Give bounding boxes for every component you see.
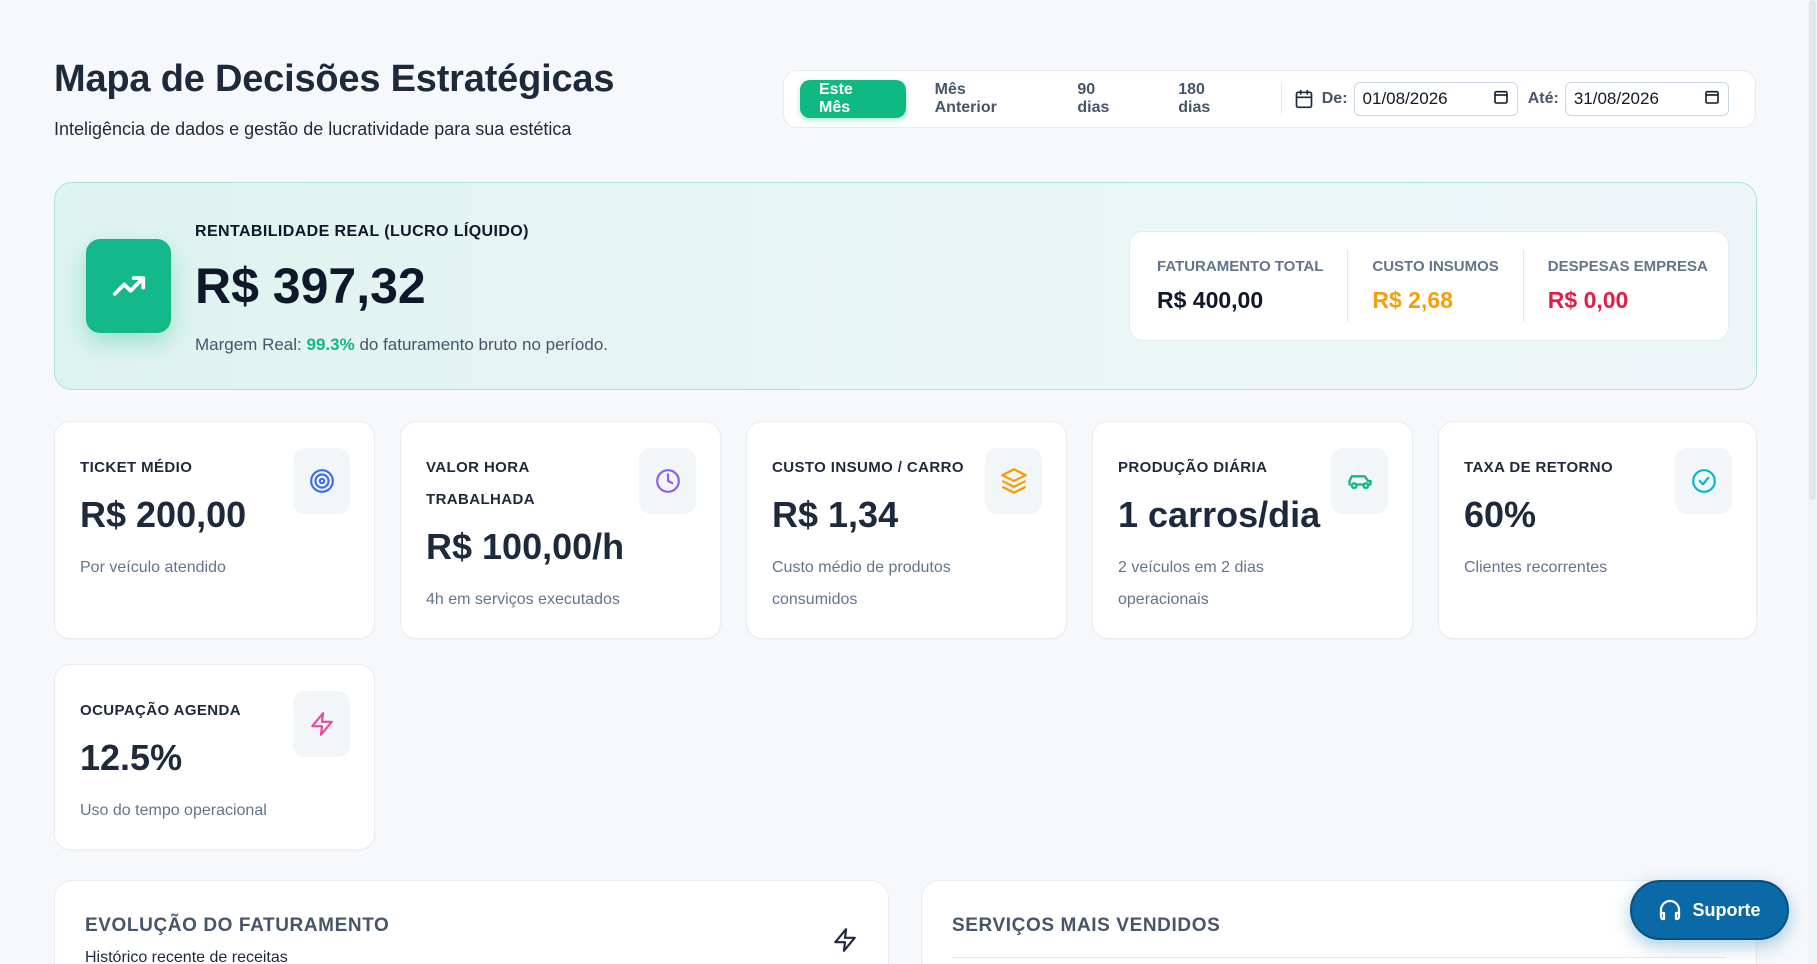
period-90-days-button[interactable]: 90 dias — [1058, 80, 1149, 118]
panel-title: EVOLUÇÃO DO FATURAMENTO — [85, 915, 390, 936]
kpi-value: 60% — [1464, 494, 1537, 535]
layers-icon — [985, 448, 1042, 514]
kpi-label: PRODUÇÃO DIÁRIA — [1118, 459, 1268, 476]
stat-label: FATURAMENTO TOTAL — [1157, 258, 1324, 275]
support-button[interactable]: Suporte — [1630, 880, 1789, 940]
from-date-label: De: — [1321, 90, 1348, 107]
panel-subtitle: Histórico recente de receitas — [85, 949, 288, 964]
bolt-icon — [293, 691, 350, 757]
kpi-card-return-rate: TAXA DE RETORNO 60% Clientes recorrentes — [1438, 421, 1757, 639]
kpi-subtext: Uso do tempo operacional — [80, 802, 267, 819]
total-revenue-stat: FATURAMENTO TOTAL R$ 400,00 — [1157, 250, 1323, 322]
kpi-label: TAXA DE RETORNO — [1464, 459, 1614, 476]
panel-divider — [952, 957, 1726, 958]
kpi-value: R$ 200,00 — [80, 494, 247, 535]
kpi-label: VALOR HORA TRABALHADA — [426, 459, 535, 508]
kpi-card-hour-value: VALOR HORA TRABALHADA R$ 100,00/h 4h em … — [400, 421, 721, 639]
kpi-subtext: 4h em serviços executados — [426, 591, 620, 608]
net-profit-card: RENTABILIDADE REAL (LUCRO LÍQUIDO) R$ 39… — [54, 182, 1757, 390]
stat-value: R$ 0,00 — [1547, 287, 1629, 313]
financial-summary: FATURAMENTO TOTAL R$ 400,00 CUSTO INSUMO… — [1129, 231, 1729, 341]
margin-suffix: do faturamento bruto no período. — [359, 335, 608, 354]
kpi-subtext: Clientes recorrentes — [1464, 559, 1608, 576]
kpi-value: 1 carros/dia — [1118, 494, 1321, 535]
to-date-value: 31/08/2026 — [1573, 89, 1659, 108]
kpi-card-schedule-occupancy: OCUPAÇÃO AGENDA 12.5% Uso do tempo opera… — [54, 664, 375, 850]
car-icon — [1331, 448, 1388, 514]
clock-icon — [639, 448, 696, 514]
from-date-value: 01/08/2026 — [1362, 89, 1448, 108]
kpi-label: TICKET MÉDIO — [80, 459, 193, 476]
stat-value: R$ 2,68 — [1372, 287, 1453, 313]
scrollbar-thumb[interactable] — [1809, 0, 1816, 500]
trending-up-icon — [86, 239, 171, 333]
period-filter-bar: Este Mês Mês Anterior 90 dias 180 dias D… — [783, 70, 1756, 128]
panel-title: SERVIÇOS MAIS VENDIDOS — [952, 915, 1221, 936]
bolt-icon — [832, 927, 858, 958]
kpi-subtext: Por veículo atendido — [80, 559, 226, 576]
stat-label: CUSTO INSUMOS — [1372, 258, 1499, 275]
date-picker-icon[interactable] — [1493, 89, 1509, 110]
real-margin-note: Margem Real: 99.3% do faturamento bruto … — [195, 335, 608, 355]
kpi-card-ticket: TICKET MÉDIO R$ 200,00 Por veículo atend… — [54, 421, 375, 639]
period-180-days-button[interactable]: 180 dias — [1159, 80, 1259, 118]
kpi-label: CUSTO INSUMO / CARRO — [772, 459, 964, 476]
stat-label: DESPESAS EMPRESA — [1547, 258, 1708, 275]
kpi-value: 12.5% — [80, 737, 183, 778]
page-scrollbar[interactable] — [1808, 0, 1817, 964]
headset-icon — [1660, 899, 1681, 921]
check-circle-icon — [1675, 448, 1732, 514]
stat-value: R$ 400,00 — [1157, 287, 1264, 313]
stat-divider — [1522, 250, 1524, 322]
period-this-month-button[interactable]: Este Mês — [800, 80, 906, 118]
kpi-subtext: Custo médio de produtos consumidos — [772, 559, 951, 608]
to-date-input[interactable]: 31/08/2026 — [1564, 82, 1730, 116]
calendar-icon — [1294, 89, 1314, 109]
stat-divider — [1347, 250, 1349, 322]
target-icon — [293, 448, 350, 514]
kpi-value: R$ 1,34 — [772, 494, 899, 535]
kpi-card-supply-cost: CUSTO INSUMO / CARRO R$ 1,34 Custo médio… — [746, 421, 1067, 639]
dashboard-page: Mapa de Decisões Estratégicas Inteligênc… — [54, 0, 1757, 964]
filter-divider — [1280, 83, 1282, 115]
revenue-evolution-panel: EVOLUÇÃO DO FATURAMENTO Histórico recent… — [54, 880, 889, 964]
kpi-label: OCUPAÇÃO AGENDA — [80, 702, 242, 719]
period-previous-month-button[interactable]: Mês Anterior — [916, 80, 1049, 118]
page-title: Mapa de Decisões Estratégicas — [54, 58, 615, 100]
support-label: Suporte — [1692, 899, 1761, 920]
page-subtitle: Inteligência de dados e gestão de lucrat… — [54, 119, 572, 139]
kpi-value: R$ 100,00/h — [426, 526, 625, 567]
company-expenses-stat: DESPESAS EMPRESA R$ 0,00 — [1548, 250, 1708, 322]
margin-percent: 99.3% — [306, 335, 355, 354]
from-date-input[interactable]: 01/08/2026 — [1353, 82, 1518, 116]
net-profit-label: RENTABILIDADE REAL (LUCRO LÍQUIDO) — [195, 223, 529, 240]
kpi-card-daily-production: PRODUÇÃO DIÁRIA 1 carros/dia 2 veículos … — [1092, 421, 1413, 639]
kpi-subtext: 2 veículos em 2 dias operacionais — [1118, 559, 1264, 608]
to-date-label: Até: — [1527, 90, 1559, 107]
supplies-cost-stat: CUSTO INSUMOS R$ 2,68 — [1372, 250, 1498, 322]
date-picker-icon[interactable] — [1704, 89, 1720, 110]
margin-prefix: Margem Real: — [195, 335, 302, 354]
net-profit-value: R$ 397,32 — [195, 258, 426, 314]
